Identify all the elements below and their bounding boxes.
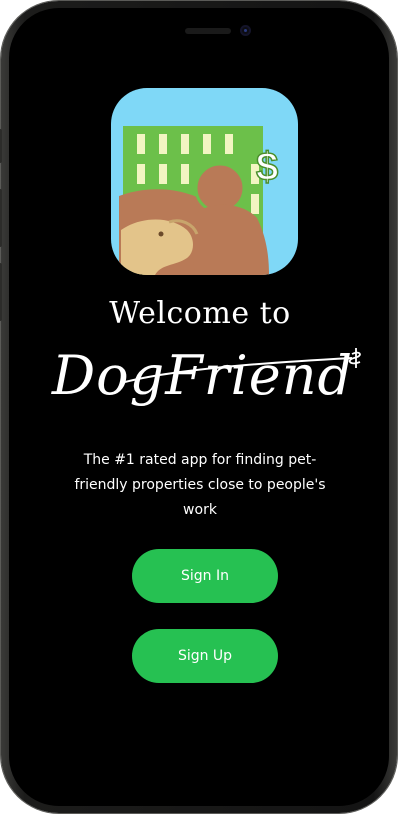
brand-logo: DogFriend xyxy=(30,338,375,418)
sign-in-button[interactable]: Sign In xyxy=(132,549,278,603)
volume-up-button xyxy=(0,189,2,247)
welcome-heading: Welcome to xyxy=(109,296,291,331)
sign-up-button[interactable]: Sign Up xyxy=(132,629,278,683)
app-icon-graphic: $ xyxy=(111,88,298,275)
app-icon: $ xyxy=(111,88,298,275)
swoosh-icon xyxy=(124,348,361,383)
front-camera xyxy=(240,25,251,36)
earpiece-speaker xyxy=(185,28,231,34)
dollar-sign-icon: $ xyxy=(256,145,278,189)
mute-switch xyxy=(0,129,2,163)
tagline: The #1 rated app for finding pet-friendl… xyxy=(74,452,326,518)
